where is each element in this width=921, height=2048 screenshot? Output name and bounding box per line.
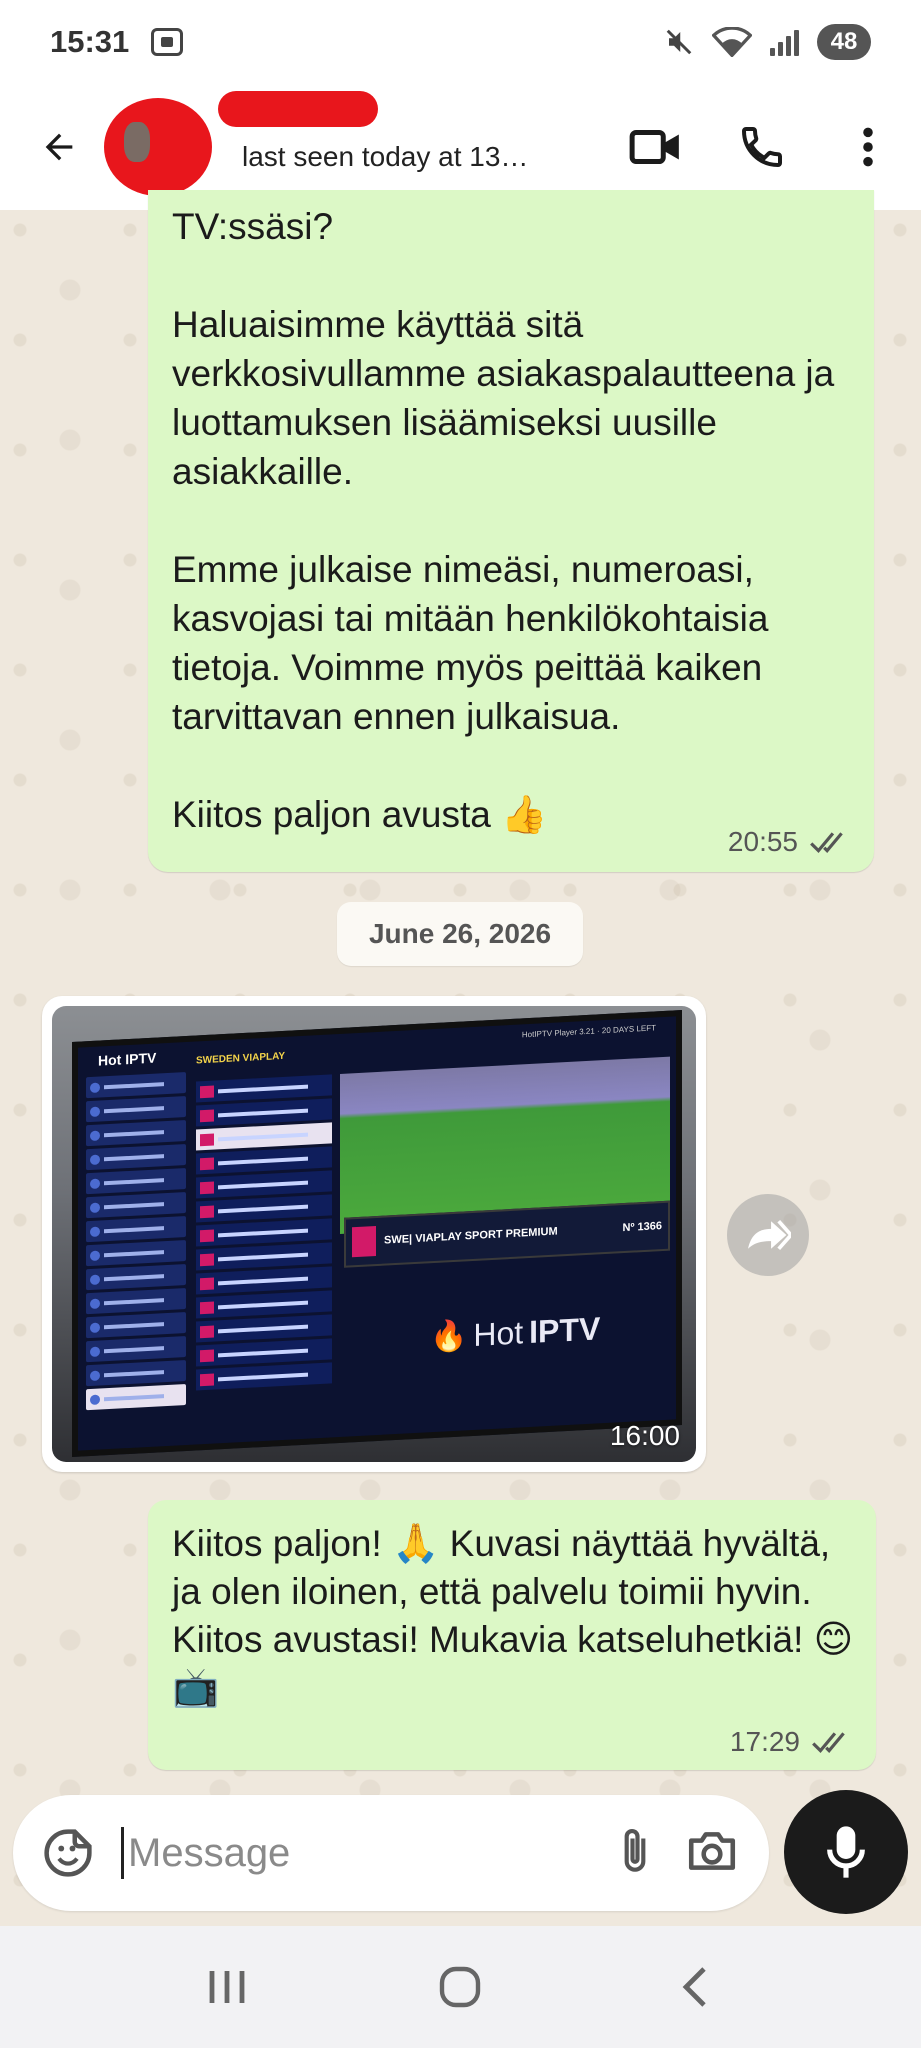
folded-hands-emoji: 🙏 — [392, 1523, 440, 1565]
tv-now-playing-title: SWE| VIAPLAY SPORT PREMIUM — [384, 1225, 558, 1247]
home-button[interactable] — [420, 1957, 500, 2017]
message-text: Kiitos paljon! 🙏 Kuvasi näyttää hyvältä,… — [172, 1520, 862, 1712]
read-ticks-icon — [810, 832, 843, 854]
signal-icon — [770, 28, 799, 56]
message-text-part: Kiitos paljon! — [172, 1523, 393, 1564]
tv-category-list — [86, 1072, 186, 1417]
message-meta: 17:29 — [730, 1726, 854, 1758]
forward-icon — [748, 1219, 791, 1251]
recents-button[interactable] — [187, 1957, 267, 2017]
attach-icon — [624, 1828, 646, 1872]
message-meta: 20:55 — [728, 826, 852, 858]
status-icons: 48 — [664, 24, 871, 60]
sticker-icon — [44, 1829, 92, 1877]
message-text: TV:ssäsi? Haluaisimme käyttää sitä verkk… — [172, 202, 862, 839]
video-call-button[interactable] — [603, 127, 709, 167]
date-separator: June 26, 2026 — [337, 902, 583, 966]
status-bar: 15:31 48 — [0, 0, 921, 84]
text-cursor — [121, 1827, 124, 1879]
video-call-icon — [629, 129, 679, 165]
tv-logo-bold: IPTV — [529, 1310, 601, 1351]
message-paragraph: TV:ssäsi? — [172, 206, 334, 247]
forward-button[interactable] — [727, 1194, 809, 1276]
composer-actions — [615, 1824, 769, 1883]
system-nav-bar — [0, 1926, 921, 2048]
avatar[interactable] — [104, 98, 212, 196]
recents-icon — [209, 1971, 245, 2003]
last-seen: last seen today at 13… — [242, 141, 529, 172]
tv-screen: Hot IPTV SWEDEN VIAPLAY HotIPTV Player 3… — [72, 1010, 682, 1457]
screenshot-icon — [151, 28, 184, 56]
tv-category: SWEDEN VIAPLAY — [196, 1050, 286, 1067]
flame-icon: 🔥 — [430, 1319, 468, 1355]
back-button[interactable] — [14, 84, 104, 210]
camera-button[interactable] — [685, 1827, 739, 1880]
more-options-button[interactable] — [815, 125, 921, 169]
back-icon — [682, 1967, 706, 2007]
voice-message-button[interactable] — [784, 1790, 908, 1914]
message-input[interactable] — [128, 1830, 528, 1876]
tv-channel-list — [196, 1074, 332, 1411]
camera-icon — [688, 1831, 736, 1870]
tv-logo-light: Hot — [473, 1314, 524, 1353]
voice-call-button[interactable] — [709, 123, 815, 171]
read-ticks-icon — [812, 1732, 845, 1754]
status-time: 15:31 — [50, 24, 130, 59]
incoming-image-message[interactable]: Hot IPTV SWEDEN VIAPLAY HotIPTV Player 3… — [42, 996, 706, 1472]
back-arrow-icon — [45, 133, 73, 161]
shared-photo[interactable]: Hot IPTV SWEDEN VIAPLAY HotIPTV Player 3… — [52, 1006, 696, 1462]
tv-brand: Hot IPTV — [98, 1049, 157, 1069]
tv-status: HotIPTV Player 3.21 · 20 DAYS LEFT — [521, 1023, 656, 1040]
attach-button[interactable] — [615, 1824, 655, 1883]
mute-icon — [666, 29, 692, 55]
mic-icon — [827, 1826, 865, 1878]
message-paragraph: Emme julkaise nimeäsi, numeroasi, kasvoj… — [172, 549, 769, 737]
contact-name-redacted — [218, 91, 378, 127]
tv-channel-number: Nº 1366 — [622, 1220, 663, 1235]
nav-back-button[interactable] — [654, 1957, 734, 2017]
outgoing-message[interactable]: Kiitos paljon! 🙏 Kuvasi näyttää hyvältä,… — [148, 1500, 876, 1770]
message-composer — [13, 1795, 769, 1911]
message-paragraph: Haluaisimme käyttää sitä verkkosivullamm… — [172, 304, 835, 492]
outgoing-message[interactable]: TV:ssäsi? Haluaisimme käyttää sitä verkk… — [148, 190, 874, 872]
phone-icon — [741, 127, 782, 168]
battery-badge: 48 — [817, 24, 871, 60]
header-actions — [603, 123, 921, 171]
tv-logo: 🔥 Hot IPTV — [430, 1310, 600, 1356]
home-icon — [440, 1966, 481, 2008]
sticker-button[interactable] — [13, 1826, 123, 1880]
message-time: 17:29 — [729, 1726, 800, 1757]
message-time: 16:00 — [609, 1420, 680, 1451]
message-time: 20:55 — [727, 826, 798, 857]
wifi-icon — [712, 27, 752, 57]
more-options-icon — [863, 127, 873, 167]
